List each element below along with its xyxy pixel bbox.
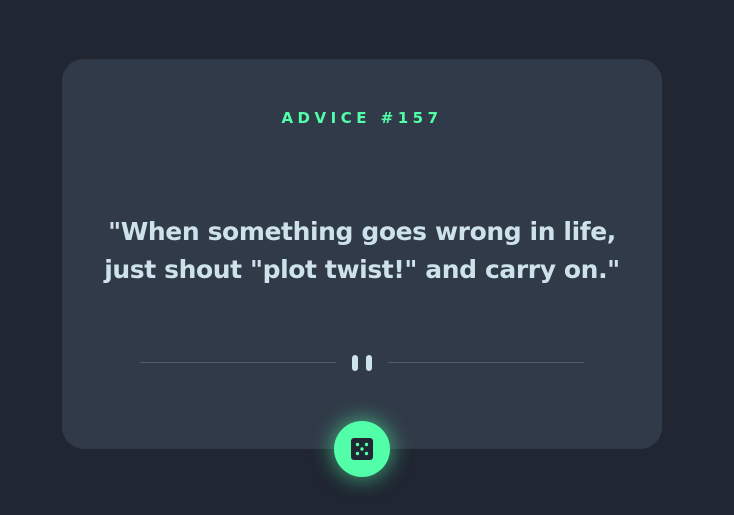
advice-number: ADVICE #157 [281,109,443,127]
generate-advice-button[interactable] [334,421,390,477]
pattern-divider [140,354,584,372]
advice-quote: "When something goes wrong in life, just… [104,217,620,284]
divider-line-left [140,362,336,363]
pause-icon [350,355,374,371]
advice-card: ADVICE #157 "When something goes wrong i… [62,59,662,449]
divider-line-right [388,362,584,363]
dice-icon [351,438,373,460]
